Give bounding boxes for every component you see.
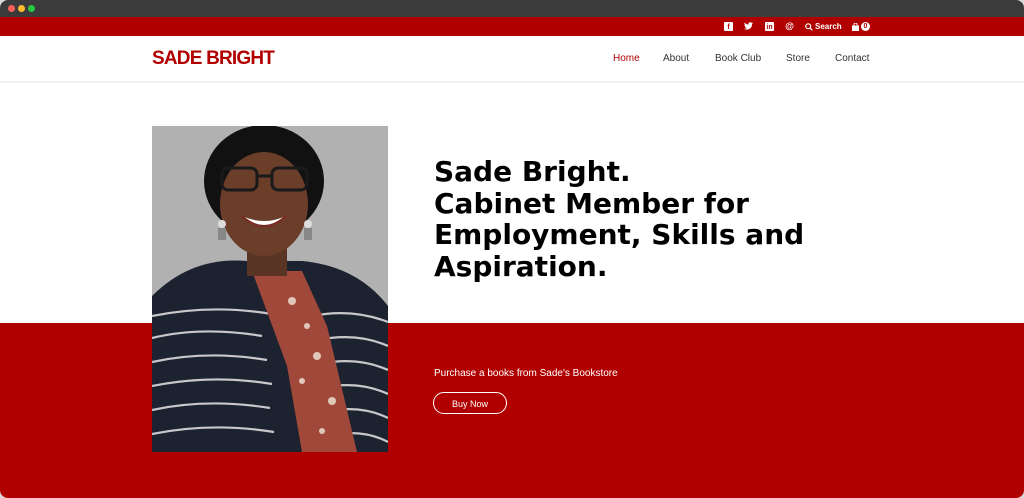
- minimize-window-dot[interactable]: [18, 5, 25, 12]
- site-logo[interactable]: SADE BRIGHT: [152, 48, 275, 70]
- at-icon[interactable]: @: [785, 22, 794, 31]
- headline-line: Employment, Skills and: [434, 218, 805, 251]
- nav-item-home[interactable]: Home: [613, 53, 640, 64]
- headline-line: Cabinet Member for: [434, 186, 749, 220]
- cart-count-badge: 0: [861, 22, 870, 31]
- browser-chrome: [0, 0, 1024, 17]
- search-link[interactable]: Search: [805, 21, 842, 32]
- headline-line: Aspiration.: [434, 249, 608, 283]
- nav-item-store[interactable]: Store: [786, 53, 810, 64]
- search-label: Search: [815, 22, 842, 31]
- search-icon: [805, 22, 813, 31]
- cart-link[interactable]: 0: [852, 21, 870, 32]
- browser-window: f in @ Search 0 SADE BRIGHT Home About B…: [0, 0, 1024, 498]
- linkedin-icon[interactable]: in: [765, 22, 774, 31]
- nav-item-book-club[interactable]: Book Club: [715, 53, 761, 64]
- hero-headline: Sade Bright. Cabinet Member for Employme…: [434, 156, 854, 282]
- top-utility-bar: f in @ Search 0: [0, 17, 1024, 36]
- close-window-dot[interactable]: [8, 5, 15, 12]
- maximize-window-dot[interactable]: [28, 5, 35, 12]
- hero-subtext: Purchase a books from Sade's Bookstore: [434, 368, 618, 379]
- twitter-icon[interactable]: [744, 22, 753, 31]
- headline-line: Sade Bright.: [434, 155, 631, 188]
- portrait-photo: [152, 126, 388, 452]
- nav-item-contact[interactable]: Contact: [835, 53, 869, 64]
- site-header: SADE BRIGHT Home About Book Club Store C…: [0, 36, 1024, 81]
- shopping-bag-icon: [852, 22, 859, 31]
- facebook-icon[interactable]: f: [724, 22, 733, 31]
- nav-item-about[interactable]: About: [663, 53, 689, 64]
- buy-now-button[interactable]: Buy Now: [433, 392, 507, 414]
